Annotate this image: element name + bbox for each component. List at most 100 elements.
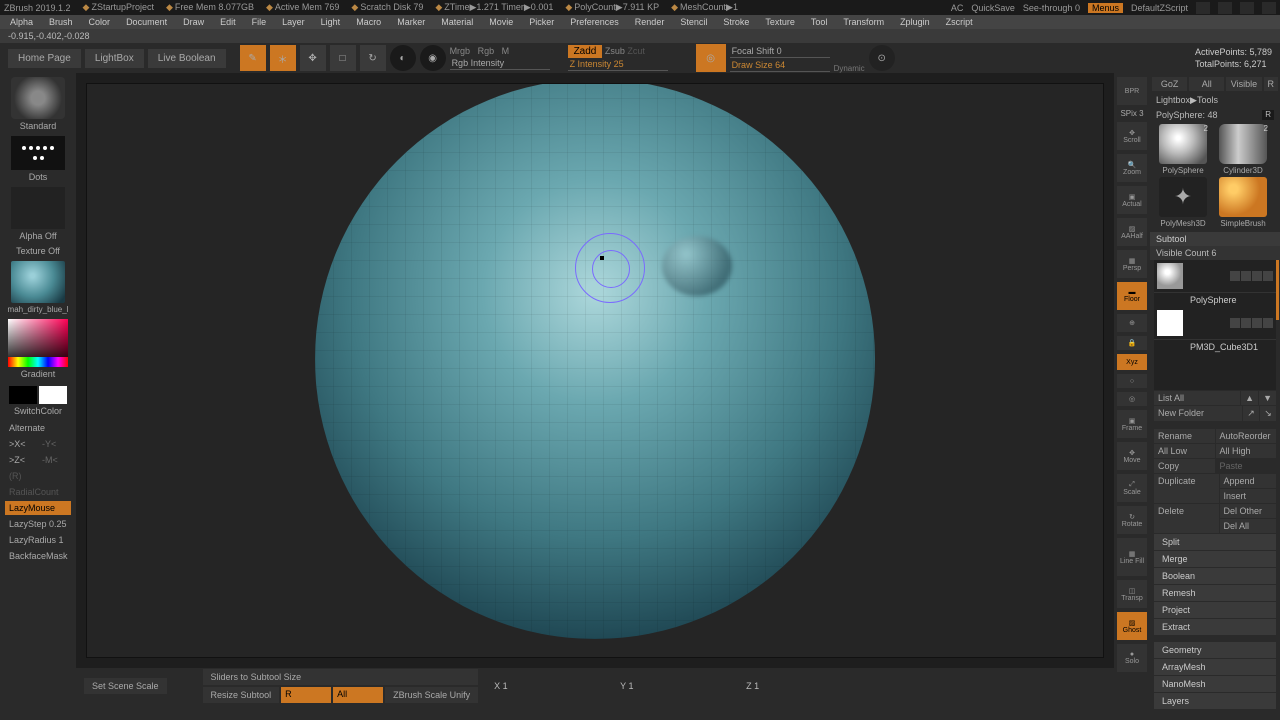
- section-arraymesh[interactable]: ArrayMesh: [1154, 659, 1276, 675]
- copy-button[interactable]: Copy: [1154, 459, 1215, 473]
- rotate-mode-icon[interactable]: ↻: [360, 45, 386, 71]
- secondary-color[interactable]: [9, 386, 37, 404]
- alpha-selector[interactable]: [11, 187, 65, 229]
- del-other-button[interactable]: Del Other: [1220, 504, 1277, 518]
- polyframe-button[interactable]: ▦Line Fill: [1117, 538, 1147, 576]
- menu-texture[interactable]: Texture: [765, 17, 795, 27]
- brush-selector[interactable]: [11, 77, 65, 119]
- split-section[interactable]: Split: [1154, 534, 1276, 550]
- autoreorder-button[interactable]: AutoReorder: [1216, 429, 1277, 443]
- rotate-view-button[interactable]: ↻Rotate: [1117, 506, 1147, 534]
- move-mode-icon[interactable]: ✥: [300, 45, 326, 71]
- down-fast-icon[interactable]: ▼: [1259, 391, 1276, 405]
- seethrough-slider[interactable]: See-through 0: [1023, 3, 1080, 13]
- menu-stencil[interactable]: Stencil: [680, 17, 707, 27]
- menu-picker[interactable]: Picker: [529, 17, 554, 27]
- insert-button[interactable]: Insert: [1220, 489, 1277, 503]
- local-button[interactable]: ⊕: [1117, 314, 1147, 332]
- scale-view-button[interactable]: ⤢Scale: [1117, 474, 1147, 502]
- delete-button[interactable]: Delete: [1154, 504, 1219, 533]
- fit-button[interactable]: ◎: [1117, 392, 1147, 406]
- all-tab[interactable]: All: [1189, 77, 1224, 91]
- y-slider[interactable]: Y 1: [614, 679, 664, 693]
- layout-picker-icon[interactable]: [1196, 2, 1210, 14]
- z-slider[interactable]: Z 1: [740, 679, 790, 693]
- menu-file[interactable]: File: [252, 17, 267, 27]
- extract-section[interactable]: Extract: [1154, 619, 1276, 635]
- rgb-intensity-slider[interactable]: Rgb Intensity: [450, 57, 550, 70]
- new-folder-button[interactable]: New Folder: [1154, 406, 1242, 421]
- m-button[interactable]: M: [502, 46, 510, 56]
- focal-shift-slider[interactable]: Focal Shift 0: [730, 45, 830, 58]
- backfacemask-button[interactable]: BackfaceMask: [5, 549, 71, 563]
- menu-brush[interactable]: Brush: [49, 17, 73, 27]
- section-layers[interactable]: Layers: [1154, 693, 1276, 709]
- sym-m[interactable]: -M<: [38, 453, 71, 467]
- merge-section[interactable]: Merge: [1154, 551, 1276, 567]
- visible-tab[interactable]: Visible: [1226, 77, 1261, 91]
- rename-button[interactable]: Rename: [1154, 429, 1215, 443]
- zadd-button[interactable]: Zadd: [568, 45, 603, 58]
- goz-tab[interactable]: GoZ: [1152, 77, 1187, 91]
- menu-render[interactable]: Render: [635, 17, 665, 27]
- aahalf-button[interactable]: ▨AAHalf: [1117, 218, 1147, 246]
- lazymouse-button[interactable]: LazyMouse: [5, 501, 71, 515]
- menu-light[interactable]: Light: [321, 17, 341, 27]
- radial-toggle[interactable]: (R): [5, 469, 71, 483]
- xyz-button[interactable]: Xyz: [1117, 354, 1147, 370]
- gradient-label[interactable]: Gradient: [21, 369, 56, 379]
- close-icon[interactable]: [1262, 2, 1276, 14]
- x-slider[interactable]: X 1: [488, 679, 538, 693]
- viewport[interactable]: [86, 83, 1104, 658]
- r-tab[interactable]: R: [1264, 77, 1279, 91]
- menu-alpha[interactable]: Alpha: [10, 17, 33, 27]
- tool-polysphere[interactable]: PolySphere2: [1154, 124, 1212, 175]
- all-high-button[interactable]: All High: [1216, 444, 1277, 458]
- menus-button[interactable]: Menus: [1088, 3, 1123, 13]
- all-button[interactable]: All: [333, 687, 383, 703]
- gizmo-icon[interactable]: ◐: [390, 45, 416, 71]
- menu-material[interactable]: Material: [441, 17, 473, 27]
- mesh-polysphere[interactable]: [315, 83, 875, 639]
- up-arrow-icon[interactable]: ▲: [1241, 391, 1258, 405]
- bpr-button[interactable]: BPR: [1117, 77, 1147, 105]
- center-button[interactable]: ○: [1117, 374, 1147, 388]
- menu-zscript[interactable]: Zscript: [946, 17, 973, 27]
- transp-button[interactable]: ◫Transp: [1117, 580, 1147, 608]
- persp-button[interactable]: ▦Persp: [1117, 250, 1147, 278]
- dynamic-toggle[interactable]: Dynamic: [834, 64, 865, 73]
- list-all-button[interactable]: List All: [1154, 391, 1240, 405]
- sym-z[interactable]: >Z<: [5, 453, 38, 467]
- menu-color[interactable]: Color: [89, 17, 111, 27]
- lazyradius-slider[interactable]: LazyRadius 1: [5, 533, 71, 547]
- mrgb-button[interactable]: Mrgb: [450, 46, 471, 56]
- ghost-button[interactable]: ▨Ghost: [1117, 612, 1147, 640]
- tool-cylinder3d[interactable]: Cylinder3D2: [1214, 124, 1272, 175]
- draw-mode-icon[interactable]: ＊: [270, 45, 296, 71]
- tool-polymesh3d[interactable]: ✦PolyMesh3D: [1154, 177, 1212, 228]
- project-section[interactable]: Project: [1154, 602, 1276, 618]
- edit-mode-icon[interactable]: ✎: [240, 45, 266, 71]
- menu-marker[interactable]: Marker: [397, 17, 425, 27]
- lightbox-tools-button[interactable]: Lightbox▶Tools: [1150, 93, 1280, 108]
- move-down-icon[interactable]: ↘: [1260, 406, 1276, 421]
- primary-color[interactable]: [39, 386, 67, 404]
- resize-subtool-button[interactable]: Resize Subtool: [203, 687, 280, 703]
- move-up-icon[interactable]: ↗: [1243, 406, 1259, 421]
- boolean-section[interactable]: Boolean: [1154, 568, 1276, 584]
- live-boolean-button[interactable]: Live Boolean: [148, 49, 226, 68]
- menu-stroke[interactable]: Stroke: [723, 17, 749, 27]
- alternate-button[interactable]: Alternate: [5, 421, 71, 435]
- radial-count[interactable]: RadialCount: [5, 485, 71, 499]
- texture-selector[interactable]: [11, 261, 65, 303]
- scale-mode-icon[interactable]: □: [330, 45, 356, 71]
- rgb-button[interactable]: Rgb: [478, 46, 495, 56]
- sym-x[interactable]: >X<: [5, 437, 38, 451]
- minimize-icon[interactable]: [1218, 2, 1232, 14]
- menu-zplugin[interactable]: Zplugin: [900, 17, 930, 27]
- z-intensity-slider[interactable]: Z Intensity 25: [568, 58, 668, 71]
- del-all-button[interactable]: Del All: [1220, 519, 1277, 533]
- tool-simplebrush[interactable]: SimpleBrush: [1214, 177, 1272, 228]
- scroll-marker[interactable]: [1276, 260, 1279, 320]
- section-geometry[interactable]: Geometry: [1154, 642, 1276, 658]
